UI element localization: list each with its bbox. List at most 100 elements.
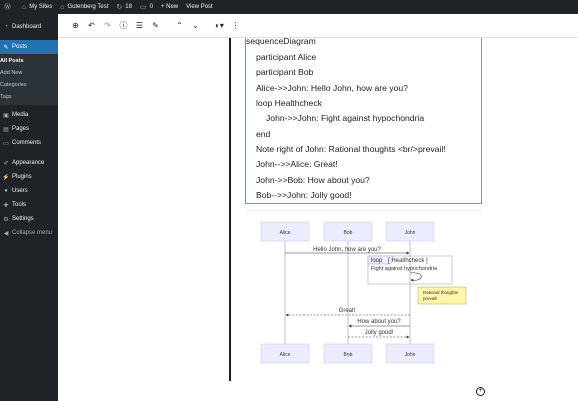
sidebar-item-label: Plugins: [12, 174, 32, 180]
mermaid-code-editor[interactable]: sequenceDiagram participant Alice partic…: [245, 36, 482, 204]
add-block-button[interactable]: ⊕: [68, 18, 83, 34]
editor-toolbar: ⊕ ↶ ↷ ⓘ ☰ ✎ ⌃ ⌄ ◐▾ ⋮: [58, 14, 578, 38]
user-icon: ●: [4, 188, 8, 194]
sidebar-item-label: Comments: [12, 140, 42, 146]
note-text: prevail!: [423, 296, 438, 301]
move-up-icon: ⌃: [176, 21, 183, 30]
info-button[interactable]: ⓘ: [116, 18, 131, 34]
message-label: Hello John, how are you?: [313, 247, 381, 253]
actor-label-john: John: [405, 352, 416, 358]
sidebar-item-pages[interactable]: ▤ Pages: [0, 122, 58, 136]
submenu-tags[interactable]: Tags: [0, 91, 58, 103]
dashboard-icon: ◔: [4, 24, 8, 30]
undo-button[interactable]: ↶: [84, 18, 99, 34]
comment-icon: ▭: [139, 4, 147, 11]
posts-submenu: All Posts Add New Categories Tags: [0, 54, 58, 105]
submenu-categories[interactable]: Categories: [0, 79, 58, 91]
code-line: Bob-->>John: Jolly good!: [256, 190, 352, 200]
list-view-button[interactable]: ☰: [132, 18, 147, 34]
edit-icon: ✎: [152, 21, 159, 30]
code-line: John-->>Alice: Great!: [256, 159, 338, 169]
collapse-icon: ◀: [3, 230, 9, 237]
new-content-menu[interactable]: + New: [157, 0, 182, 14]
sidebar-item-comments[interactable]: ▭ Comments: [0, 136, 58, 150]
wrench-icon: ✚: [3, 202, 9, 209]
move-down-icon: ⌄: [192, 21, 199, 30]
block-type-icon: ◐▾: [215, 21, 224, 30]
sidebar-item-appearance[interactable]: ✐ Appearance: [0, 156, 58, 170]
more-options-button[interactable]: ⋮: [228, 18, 243, 34]
sidebar-item-label: Posts: [12, 44, 28, 50]
comments-count: 0: [149, 4, 153, 10]
code-line: John->>John: Fight against hypochondria: [266, 113, 425, 123]
view-post-label: View Post: [186, 4, 213, 10]
sidebar-item-label: Dashboard: [12, 24, 42, 30]
mermaid-diagram-preview: Alice Bob John Hello John, how are you? …: [245, 210, 482, 375]
code-line: Alice->>John: Hello John, how are you?: [256, 83, 408, 93]
site-name-menu[interactable]: ⌂ Gutenberg Test: [56, 0, 112, 14]
message-label: Great!: [339, 308, 356, 314]
actor-label-alice: Alice: [280, 230, 291, 236]
move-down-button[interactable]: ⌄: [188, 18, 203, 34]
code-line: loop Healthcheck: [256, 98, 322, 108]
sequence-diagram: Alice Bob John Hello John, how are you? …: [260, 221, 467, 364]
brush-icon: ✐: [3, 160, 9, 167]
collapse-label: Collapse menu: [12, 230, 53, 236]
my-sites-label: My Sites: [29, 4, 53, 10]
view-post-link[interactable]: View Post: [182, 0, 217, 14]
sidebar-item-label: Media: [12, 112, 29, 118]
move-up-button[interactable]: ⌃: [172, 18, 187, 34]
edit-button[interactable]: ✎: [148, 18, 163, 34]
more-options-icon: ⋮: [231, 21, 240, 30]
wordpress-icon: Ⓦ: [4, 4, 11, 11]
page-icon: ▤: [3, 126, 9, 133]
collapse-menu-button[interactable]: ◀ Collapse menu: [0, 226, 58, 240]
code-line: Note right of John: Rational thoughts <b…: [256, 144, 446, 154]
loop-message-label: Fight against hypochondria: [371, 266, 438, 272]
site-name-label: Gutenberg Test: [67, 4, 109, 10]
redo-icon: ↷: [104, 21, 111, 30]
block-left-border: [229, 38, 231, 381]
comments-menu[interactable]: ▭ 0: [136, 0, 157, 14]
pin-icon: ✎: [3, 44, 9, 51]
plugin-icon: ⚡: [2, 174, 10, 181]
sidebar-item-plugins[interactable]: ⚡ Plugins: [0, 170, 58, 184]
new-label: + New: [160, 4, 179, 10]
info-icon: ⓘ: [119, 21, 128, 30]
loop-label: loop: [371, 258, 383, 264]
sidebar-item-media[interactable]: ▣ Media: [0, 108, 58, 122]
sidebar-item-posts[interactable]: ✎ Posts: [0, 40, 58, 54]
wordpress-logo-button[interactable]: Ⓦ: [0, 0, 18, 14]
redo-button[interactable]: ↷: [100, 18, 115, 34]
sidebar-item-label: Pages: [12, 126, 30, 132]
loop-title: [ Healthcheck ]: [388, 258, 428, 264]
home-icon: ⌂: [22, 3, 27, 11]
updates-count: 18: [125, 4, 132, 10]
submenu-add-new[interactable]: Add New: [0, 67, 58, 79]
code-line: sequenceDiagram: [246, 36, 316, 46]
actor-label-bob: Bob: [344, 230, 353, 236]
sidebar-item-users[interactable]: ● Users: [0, 184, 58, 198]
add-block-inline-button[interactable]: +: [476, 387, 485, 396]
sidebar-item-settings[interactable]: ⚙ Settings: [0, 212, 58, 226]
submenu-all-posts[interactable]: All Posts: [0, 55, 58, 67]
plus-icon: +: [478, 387, 483, 394]
actor-label-alice: Alice: [280, 352, 291, 358]
media-icon: ▣: [3, 112, 9, 119]
sidebar-item-label: Users: [12, 188, 28, 194]
undo-icon: ↶: [88, 21, 95, 30]
actor-label-john: John: [405, 230, 416, 236]
add-block-icon: ⊕: [72, 21, 79, 30]
home-icon: ⌂: [60, 3, 65, 11]
admin-bar: Ⓦ ⌂ My Sites ⌂ Gutenberg Test ↻ 18 ▭ 0 +…: [0, 0, 578, 14]
updates-menu[interactable]: ↻ 18: [112, 0, 136, 14]
sidebar-item-label: Settings: [12, 216, 34, 222]
sidebar-item-label: Tools: [12, 202, 27, 208]
actor-label-bob: Bob: [344, 352, 353, 358]
sidebar-item-dashboard[interactable]: ◔ Dashboard: [0, 20, 58, 34]
block-type-button[interactable]: ◐▾: [212, 18, 227, 34]
self-message-arrow: [409, 272, 422, 282]
sidebar-item-tools[interactable]: ✚ Tools: [0, 198, 58, 212]
code-line: end: [256, 129, 271, 139]
my-sites-menu[interactable]: ⌂ My Sites: [18, 0, 56, 14]
